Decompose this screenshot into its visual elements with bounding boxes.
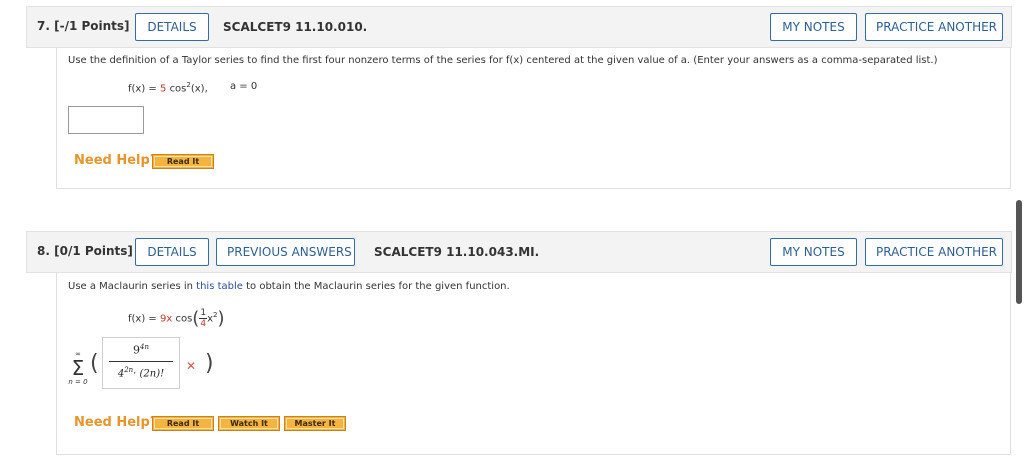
practice-another-button[interactable]: PRACTICE ANOTHER bbox=[865, 13, 1003, 41]
center-value: a = 0 bbox=[230, 81, 258, 92]
watch-it-label: Watch It bbox=[220, 418, 278, 429]
function-definition: f(x) = 5 cos2(x), bbox=[128, 81, 208, 94]
details-button[interactable]: DETAILS bbox=[135, 13, 209, 41]
need-help-label: Need Help? bbox=[74, 415, 158, 430]
denominator-rest: · (2n)! bbox=[133, 368, 165, 380]
fraction: 14 bbox=[199, 308, 208, 329]
question-8-body: Use a Maclaurin series in this table to … bbox=[56, 273, 1011, 455]
question-number: 7. bbox=[37, 19, 50, 33]
answer-open-paren: ( bbox=[90, 351, 99, 376]
my-notes-button[interactable]: MY NOTES bbox=[770, 13, 857, 41]
question-points: [-/1 Points] bbox=[54, 19, 130, 33]
question-8-header: 8. [0/1 Points] DETAILS PREVIOUS ANSWERS… bbox=[26, 231, 1012, 273]
function-definition: f(x) = 9x cos(1 4 x2) bbox=[128, 308, 224, 329]
master-it-label: Master It bbox=[286, 418, 344, 429]
sigma-icon: Σ bbox=[71, 356, 85, 380]
close-paren: ) bbox=[217, 308, 225, 329]
question-prompt: Use a Maclaurin series in this table to … bbox=[68, 281, 510, 292]
need-help-label: Need Help? bbox=[74, 153, 158, 168]
function-coefficient: 9x bbox=[160, 313, 173, 325]
question-prompt: Use the definition of a Taylor series to… bbox=[68, 55, 938, 66]
denominator-exponent: 2n bbox=[124, 366, 134, 374]
fraction-numerator: 1 bbox=[199, 308, 208, 319]
page-scrollbar[interactable] bbox=[1016, 200, 1022, 304]
read-it-button[interactable]: Read It bbox=[152, 154, 214, 169]
fraction-denominator: 4 bbox=[200, 319, 207, 329]
practice-another-button[interactable]: PRACTICE ANOTHER bbox=[865, 238, 1003, 266]
question-points: [0/1 Points] bbox=[54, 244, 133, 258]
question-number: 8. bbox=[37, 244, 50, 258]
question-code: SCALCET9 11.10.043.MI. bbox=[374, 245, 540, 259]
incorrect-icon: ✕ bbox=[186, 359, 197, 373]
question-7: 7. [-/1 Points] DETAILS SCALCET9 11.10.0… bbox=[26, 6, 1012, 189]
watch-it-button[interactable]: Watch It bbox=[218, 416, 280, 431]
sum-lower-limit: n = 0 bbox=[68, 378, 88, 386]
function-argument: (x), bbox=[190, 83, 208, 95]
details-button[interactable]: DETAILS bbox=[135, 238, 209, 266]
function-name: cos bbox=[175, 313, 193, 325]
function-name: cos bbox=[169, 83, 187, 95]
numerator-base: 9 bbox=[133, 343, 141, 357]
summation-symbol: ∞ Σ n = 0 bbox=[64, 351, 92, 387]
answer-close-paren: ) bbox=[205, 351, 214, 376]
question-8-number: 8. [0/1 Points] bbox=[37, 244, 133, 258]
master-it-button[interactable]: Master It bbox=[284, 416, 346, 431]
question-code: SCALCET9 11.10.010. bbox=[223, 20, 368, 34]
answer-input[interactable] bbox=[68, 106, 144, 134]
answer-field[interactable]: 94n 42n· (2n)! bbox=[102, 337, 180, 389]
read-it-label: Read It bbox=[154, 418, 212, 429]
question-7-number: 7. [-/1 Points] bbox=[37, 19, 130, 33]
question-7-header: 7. [-/1 Points] DETAILS SCALCET9 11.10.0… bbox=[26, 6, 1012, 48]
function-label: f(x) = bbox=[128, 313, 157, 325]
previous-answers-button[interactable]: PREVIOUS ANSWERS bbox=[216, 238, 355, 266]
answer-denominator: 42n· (2n)! bbox=[105, 366, 177, 379]
my-notes-button[interactable]: MY NOTES bbox=[770, 238, 857, 266]
function-label: f(x) = bbox=[128, 83, 157, 95]
read-it-button[interactable]: Read It bbox=[152, 416, 214, 431]
prompt-text-before: Use a Maclaurin series in bbox=[68, 281, 193, 292]
open-paren: ( bbox=[192, 308, 200, 329]
question-8: 8. [0/1 Points] DETAILS PREVIOUS ANSWERS… bbox=[26, 231, 1012, 455]
prompt-text-after: to obtain the Maclaurin series for the g… bbox=[246, 281, 510, 292]
function-coefficient: 5 bbox=[160, 83, 167, 95]
fraction-bar bbox=[109, 361, 173, 362]
table-link[interactable]: this table bbox=[196, 281, 243, 292]
question-7-body: Use the definition of a Taylor series to… bbox=[56, 48, 1011, 189]
read-it-label: Read It bbox=[154, 156, 212, 167]
numerator-exponent: 4n bbox=[140, 343, 149, 351]
answer-numerator: 94n bbox=[105, 343, 177, 357]
